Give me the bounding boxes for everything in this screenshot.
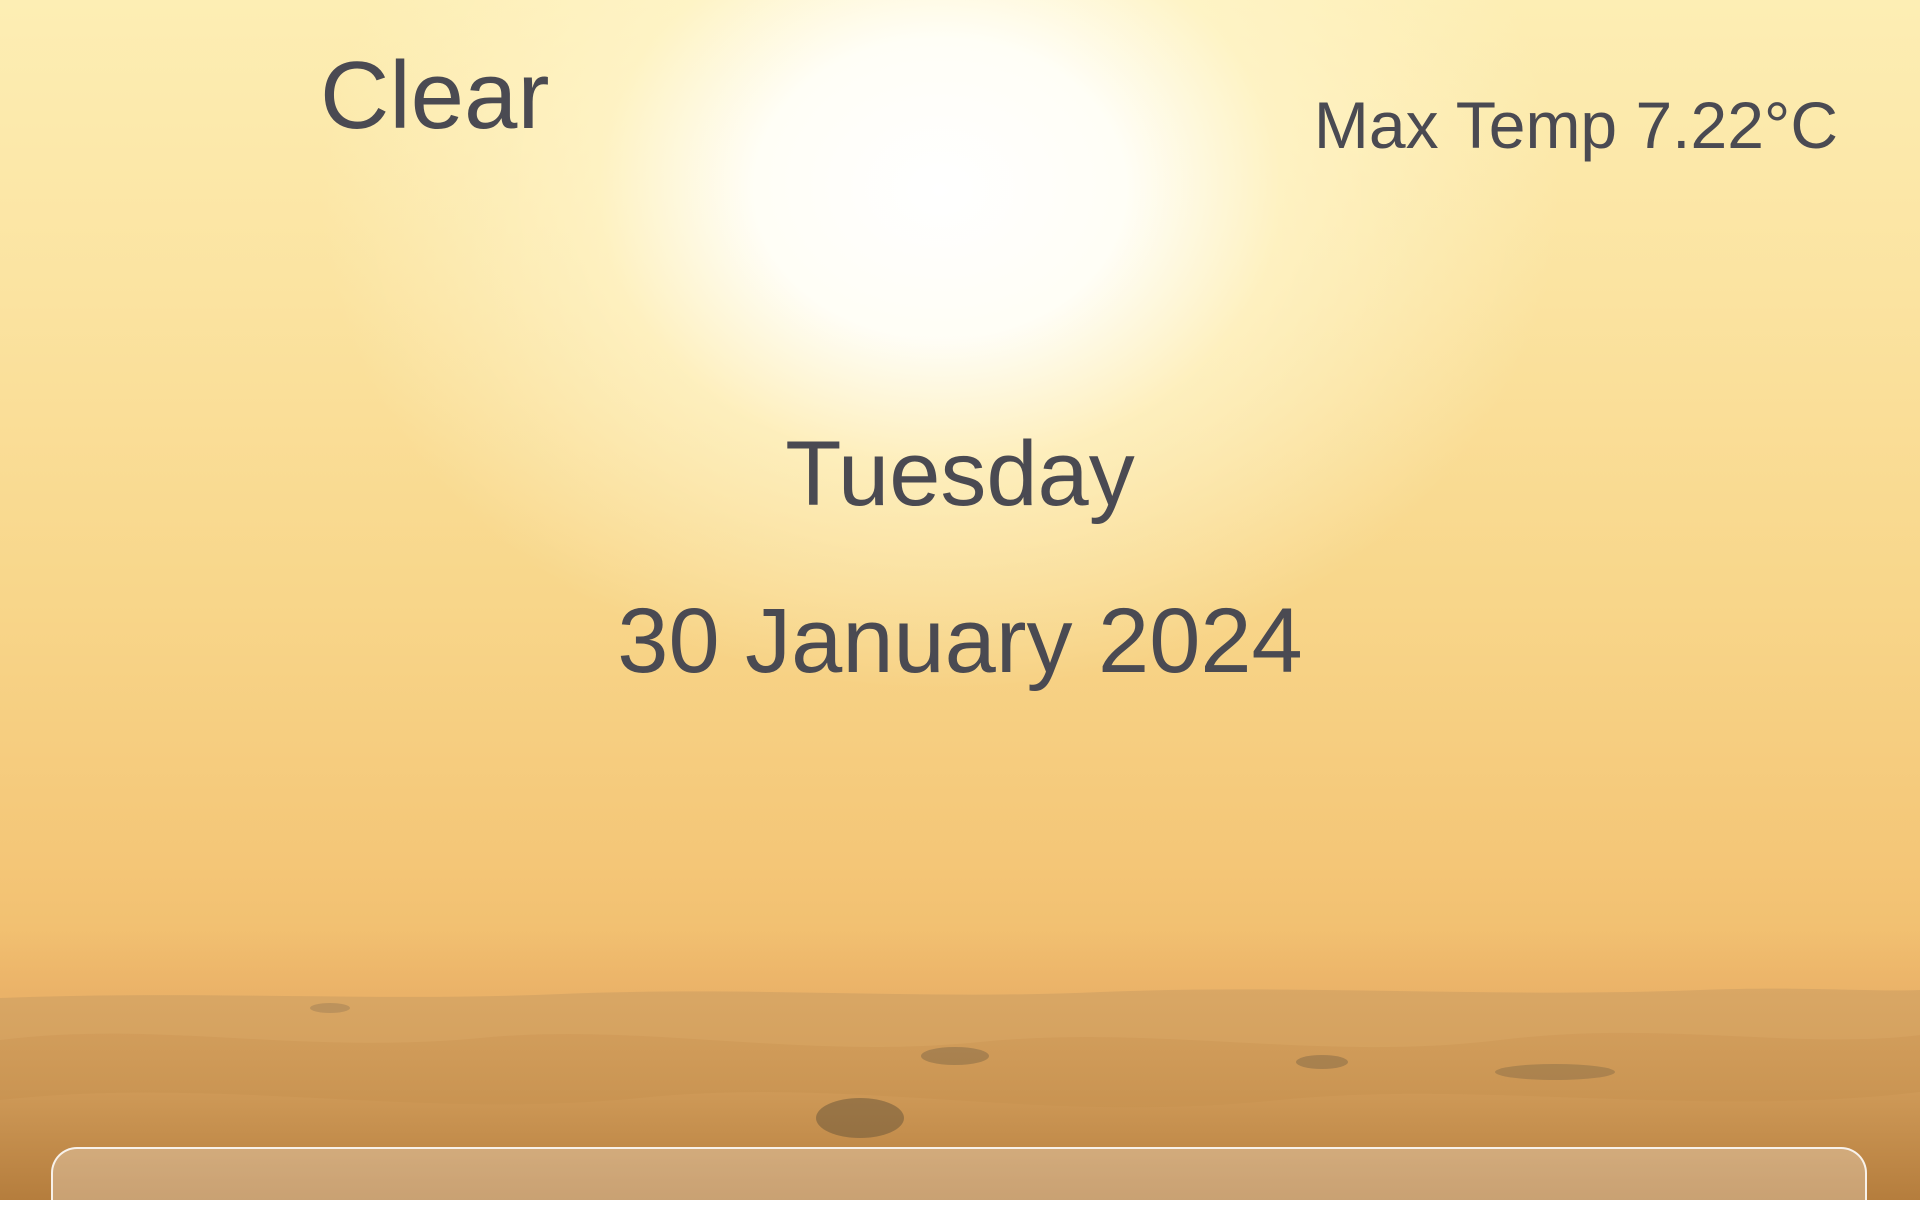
max-temperature: Max Temp 7.22°C [1313,88,1838,162]
bottom-card[interactable] [51,1147,1867,1227]
weather-condition: Clear [320,42,550,149]
day-of-week: Tuesday [785,423,1135,525]
full-date: 30 January 2024 [617,590,1303,692]
